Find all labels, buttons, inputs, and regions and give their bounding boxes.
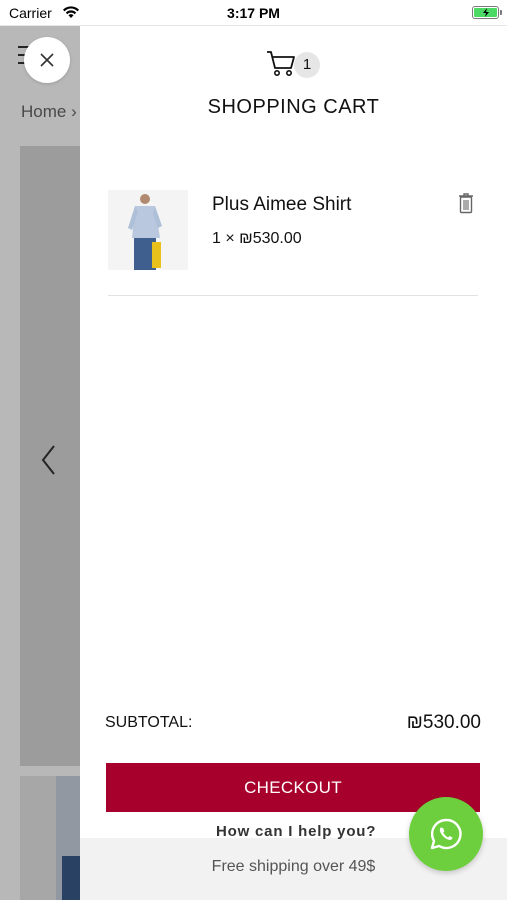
battery-icon xyxy=(472,6,502,19)
whatsapp-icon xyxy=(430,818,462,850)
cart-item-name[interactable]: Plus Aimee Shirt xyxy=(212,194,351,216)
close-icon xyxy=(40,53,54,67)
close-button[interactable] xyxy=(24,37,70,83)
trash-icon[interactable] xyxy=(458,192,474,219)
dim-overlay[interactable] xyxy=(0,26,80,900)
cart-item-image[interactable] xyxy=(108,190,188,270)
cart-title: SHOPPING CART xyxy=(207,96,380,118)
subtotal-label: SUBTOTAL: xyxy=(105,714,193,731)
whatsapp-button[interactable] xyxy=(409,797,483,871)
cart-item: Plus Aimee Shirt 1 × ₪530.00 xyxy=(108,190,478,296)
subtotal-value: ₪530.00 xyxy=(406,712,481,733)
cart-icon xyxy=(266,50,296,83)
status-bar: Carrier 3:17 PM xyxy=(0,0,507,26)
cart-drawer: 1 SHOPPING CART Plus Aimee Shirt 1 × ₪53… xyxy=(80,26,507,900)
cart-item-price: 1 × ₪530.00 xyxy=(212,230,302,247)
cart-count-badge: 1 xyxy=(294,52,320,78)
help-prompt[interactable]: How can I help you? xyxy=(216,823,376,840)
clock: 3:17 PM xyxy=(227,5,280,21)
